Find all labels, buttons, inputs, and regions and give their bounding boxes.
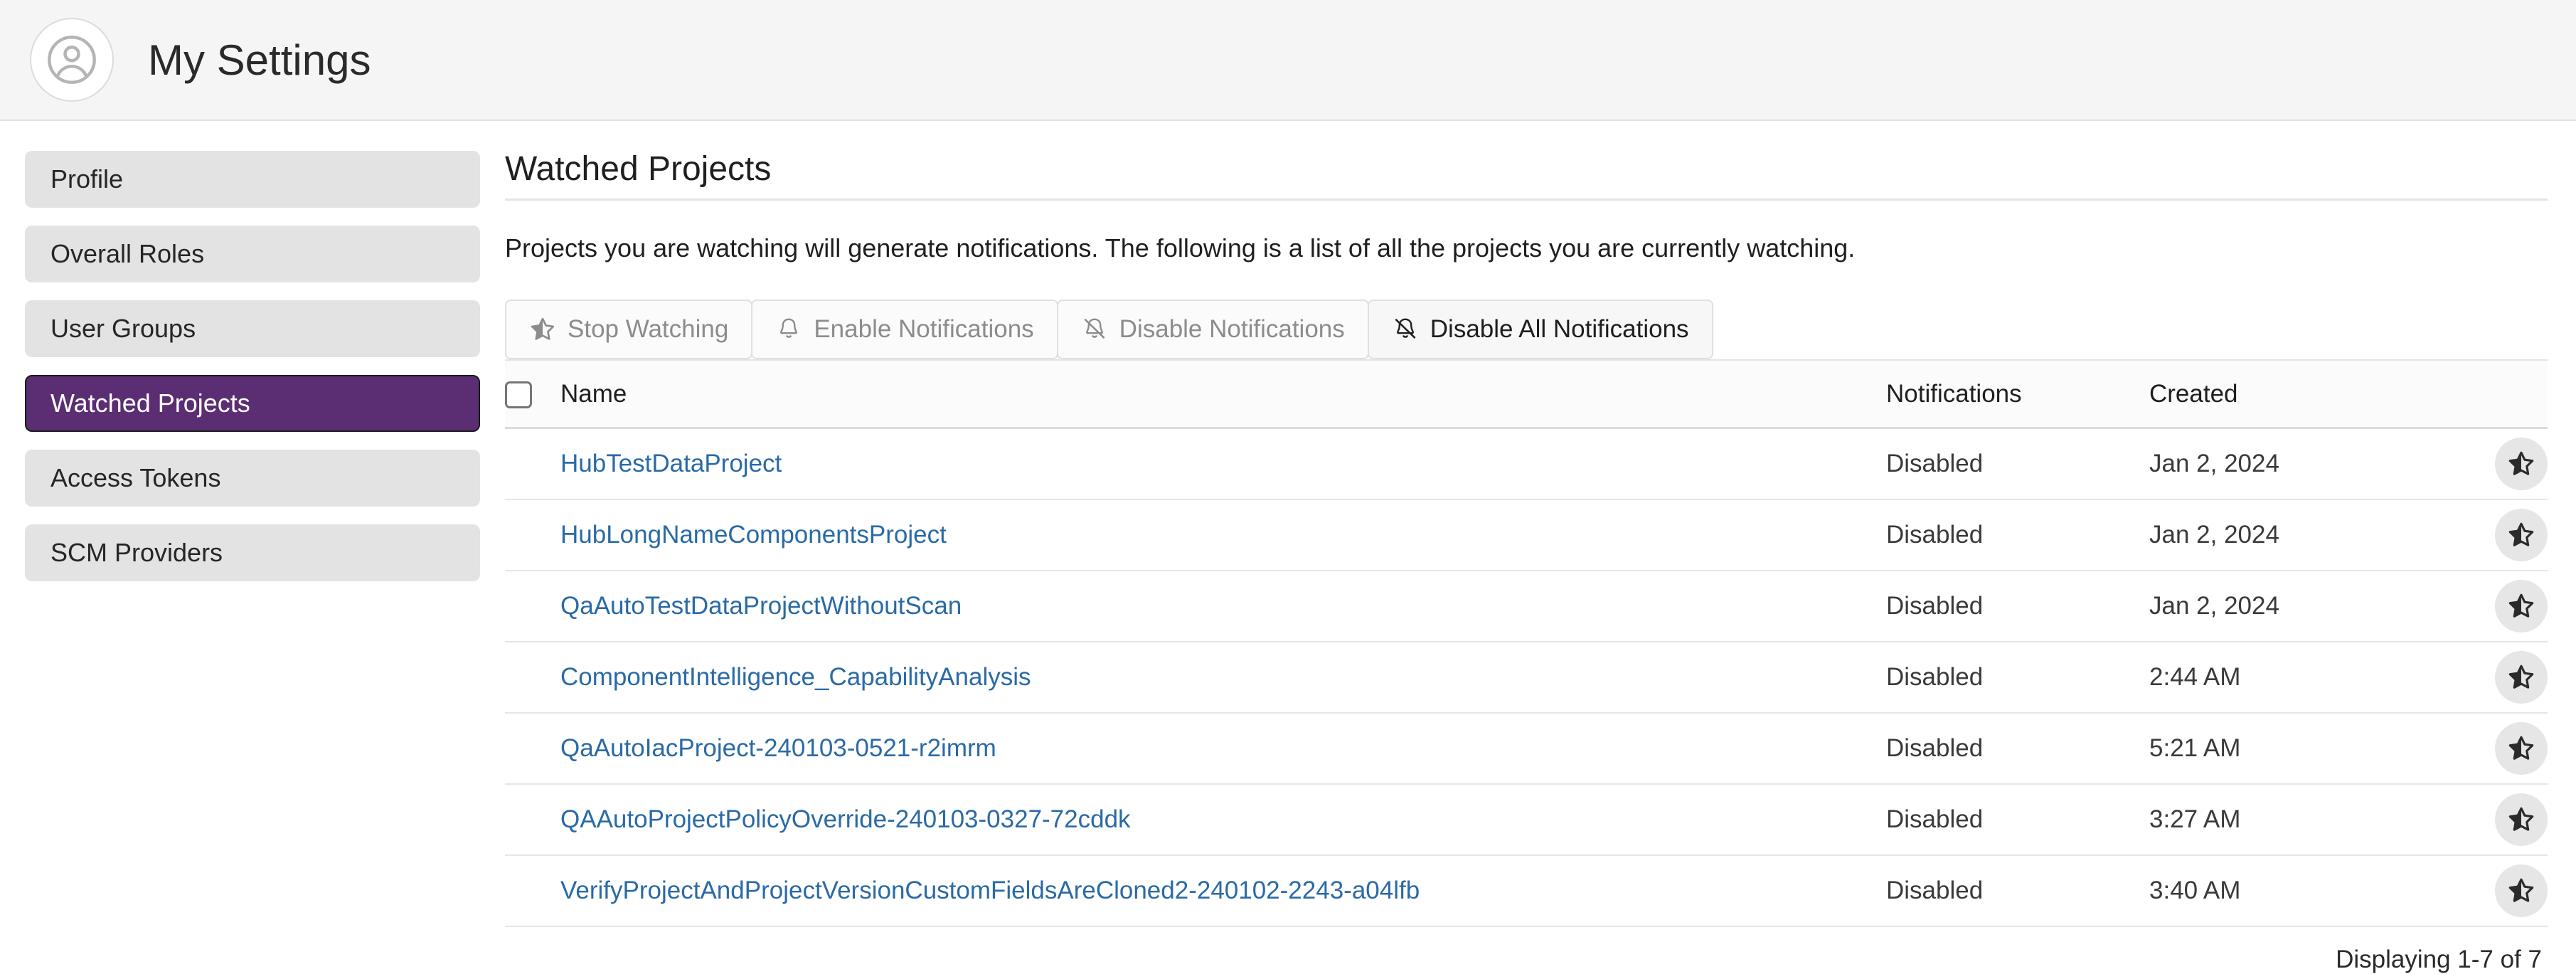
- project-name-cell: QAAutoProjectPolicyOverride-240103-0327-…: [560, 783, 1886, 856]
- watch-toggle-cell: [2448, 499, 2548, 571]
- notifications-status: Disabled: [1886, 428, 2149, 500]
- star-half-icon[interactable]: [2495, 864, 2548, 917]
- row-checkbox-cell: [505, 499, 560, 571]
- button-label: Disable All Notifications: [1430, 314, 1689, 343]
- project-name-cell: QaAutoIacProject-240103-0521-r2imrm: [560, 712, 1886, 785]
- table-row: ComponentIntelligence_CapabilityAnalysis…: [505, 641, 2548, 714]
- sidebar-item-access-tokens[interactable]: Access Tokens: [25, 450, 480, 507]
- watch-toggle-cell: [2448, 854, 2548, 927]
- watch-toggle-cell: [2448, 712, 2548, 785]
- project-link[interactable]: ComponentIntelligence_CapabilityAnalysis: [560, 663, 1031, 691]
- star-half-icon[interactable]: [2495, 438, 2548, 491]
- column-header-actions: [2448, 359, 2548, 430]
- row-checkbox-cell: [505, 641, 560, 714]
- watch-toggle-cell: [2448, 783, 2548, 856]
- section-description: Projects you are watching will generate …: [505, 233, 1856, 263]
- row-checkbox-cell: [505, 570, 560, 642]
- row-checkbox-cell: [505, 783, 560, 856]
- sidebar-item-watched-projects[interactable]: Watched Projects: [25, 375, 480, 432]
- row-checkbox-cell: [505, 712, 560, 785]
- page-title: My Settings: [148, 36, 371, 84]
- notifications-status: Disabled: [1886, 570, 2149, 642]
- notifications-status: Disabled: [1886, 499, 2149, 571]
- notifications-status: Disabled: [1886, 854, 2149, 927]
- button-label: Stop Watching: [568, 314, 729, 343]
- project-name-cell: QaAutoTestDataProjectWithoutScan: [560, 570, 1886, 642]
- table-row: QaAutoTestDataProjectWithoutScan Disable…: [505, 570, 2548, 642]
- project-link[interactable]: HubLongNameComponentsProject: [560, 521, 947, 549]
- settings-sidebar: Profile Overall Roles User Groups Watche…: [0, 121, 505, 599]
- star-half-icon: [529, 316, 556, 343]
- created-date: Jan 2, 2024: [2149, 570, 2448, 642]
- row-checkbox-cell: [505, 854, 560, 927]
- watched-projects-table: Name Notifications Created HubTestDataPr…: [505, 359, 2548, 927]
- table-row: QAAutoProjectPolicyOverride-240103-0327-…: [505, 783, 2548, 856]
- star-half-icon[interactable]: [2495, 579, 2548, 632]
- star-half-icon[interactable]: [2495, 721, 2548, 775]
- table-row: HubLongNameComponentsProject Disabled Ja…: [505, 499, 2548, 571]
- watched-projects-toolbar: Stop Watching Enable Notifications Disab…: [505, 299, 2548, 359]
- created-date: Jan 2, 2024: [2149, 428, 2448, 500]
- pagination-summary: Displaying 1-7 of 7: [2336, 945, 2542, 973]
- button-label: Enable Notifications: [814, 314, 1034, 343]
- star-half-icon[interactable]: [2495, 508, 2548, 561]
- sidebar-item-overall-roles[interactable]: Overall Roles: [25, 226, 480, 282]
- project-name-cell: HubTestDataProject: [560, 428, 1886, 500]
- sidebar-item-label: SCM Providers: [50, 538, 223, 567]
- disable-notifications-button[interactable]: Disable Notifications: [1056, 299, 1369, 359]
- notifications-status: Disabled: [1886, 712, 2149, 785]
- disable-all-notifications-button[interactable]: Disable All Notifications: [1367, 299, 1713, 359]
- column-header-notifications[interactable]: Notifications: [1886, 359, 2149, 430]
- project-link[interactable]: VerifyProjectAndProjectVersionCustomFiel…: [560, 877, 1420, 904]
- bell-slash-icon: [1392, 316, 1419, 343]
- created-date: 3:27 AM: [2149, 783, 2448, 856]
- enable-notifications-button[interactable]: Enable Notifications: [751, 299, 1058, 359]
- project-link[interactable]: QaAutoIacProject-240103-0521-r2imrm: [560, 734, 996, 762]
- sidebar-item-label: Watched Projects: [50, 388, 250, 418]
- column-header-created[interactable]: Created: [2149, 359, 2448, 430]
- sidebar-item-label: Profile: [50, 164, 124, 194]
- bell-icon: [775, 316, 802, 343]
- notifications-status: Disabled: [1886, 641, 2149, 714]
- watch-toggle-cell: [2448, 570, 2548, 642]
- table-header-row: Name Notifications Created: [505, 359, 2548, 430]
- star-half-icon[interactable]: [2495, 650, 2548, 704]
- project-link[interactable]: HubTestDataProject: [560, 450, 782, 477]
- watch-toggle-cell: [2448, 428, 2548, 500]
- select-all-cell: [505, 359, 560, 430]
- stop-watching-button[interactable]: Stop Watching: [505, 299, 753, 359]
- select-all-checkbox[interactable]: [505, 381, 532, 408]
- project-link[interactable]: QaAutoTestDataProjectWithoutScan: [560, 592, 962, 620]
- sidebar-item-label: User Groups: [50, 314, 196, 343]
- button-label: Disable Notifications: [1119, 314, 1345, 343]
- table-row: QaAutoIacProject-240103-0521-r2imrm Disa…: [505, 712, 2548, 785]
- created-date: Jan 2, 2024: [2149, 499, 2448, 571]
- star-half-icon[interactable]: [2495, 793, 2548, 846]
- project-link[interactable]: QAAutoProjectPolicyOverride-240103-0327-…: [560, 805, 1131, 833]
- notifications-status: Disabled: [1886, 783, 2149, 856]
- project-name-cell: ComponentIntelligence_CapabilityAnalysis: [560, 641, 1886, 714]
- user-avatar-icon: [30, 18, 114, 102]
- bell-slash-icon: [1081, 316, 1108, 343]
- created-date: 3:40 AM: [2149, 854, 2448, 927]
- table-row: VerifyProjectAndProjectVersionCustomFiel…: [505, 854, 2548, 927]
- project-name-cell: HubLongNameComponentsProject: [560, 499, 1886, 571]
- column-header-name[interactable]: Name: [560, 359, 1886, 430]
- table-row: HubTestDataProject Disabled Jan 2, 2024: [505, 428, 2548, 500]
- created-date: 5:21 AM: [2149, 712, 2448, 785]
- created-date: 2:44 AM: [2149, 641, 2448, 714]
- app-header: My Settings: [0, 0, 2576, 121]
- watch-toggle-cell: [2448, 641, 2548, 714]
- sidebar-item-scm-providers[interactable]: SCM Providers: [25, 524, 480, 581]
- sidebar-item-profile[interactable]: Profile: [25, 151, 480, 208]
- sidebar-item-user-groups[interactable]: User Groups: [25, 300, 480, 357]
- sidebar-item-label: Access Tokens: [50, 463, 221, 492]
- main-content: Watched Projects Projects you are watchi…: [505, 121, 2576, 974]
- sidebar-item-label: Overall Roles: [50, 239, 205, 268]
- row-checkbox-cell: [505, 428, 560, 500]
- project-name-cell: VerifyProjectAndProjectVersionCustomFiel…: [560, 854, 1886, 927]
- section-title: Watched Projects: [505, 150, 772, 188]
- title-divider: [505, 198, 2548, 201]
